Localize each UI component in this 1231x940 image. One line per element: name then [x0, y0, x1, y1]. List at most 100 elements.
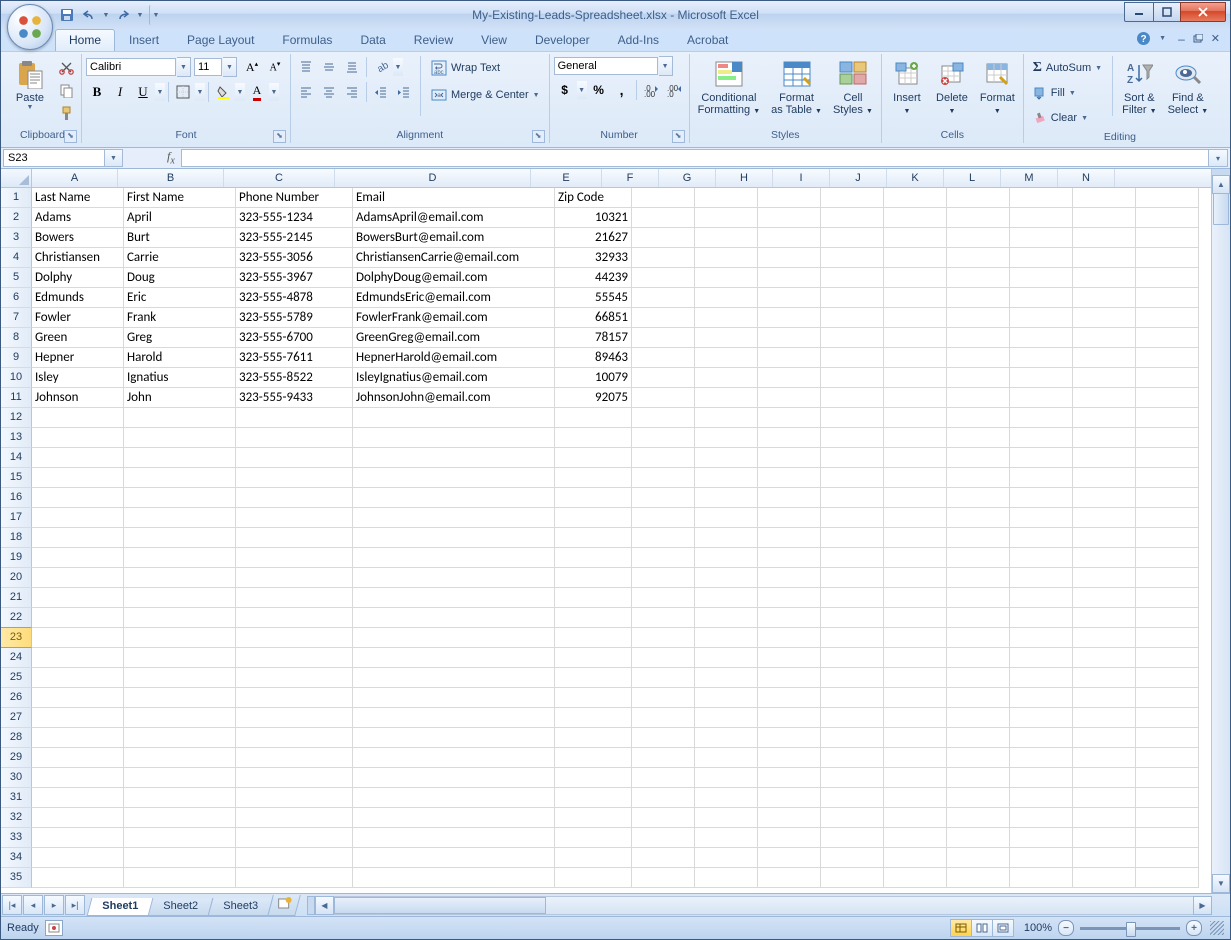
hsplit-handle-icon[interactable]: [307, 896, 315, 915]
cell[interactable]: [632, 768, 695, 788]
cell[interactable]: 323-555-5789: [236, 308, 353, 328]
cell[interactable]: 323-555-6700: [236, 328, 353, 348]
cell[interactable]: [236, 468, 353, 488]
cell[interactable]: [555, 808, 632, 828]
cell[interactable]: [353, 648, 555, 668]
row-header[interactable]: 30: [1, 768, 32, 788]
cell[interactable]: [695, 568, 758, 588]
cell[interactable]: [353, 788, 555, 808]
cell[interactable]: [884, 488, 947, 508]
cell[interactable]: [632, 448, 695, 468]
fill-color-dropdown[interactable]: ▼: [235, 83, 245, 101]
cell[interactable]: [1010, 668, 1073, 688]
cell[interactable]: [1136, 848, 1199, 868]
bold-button[interactable]: B: [86, 81, 108, 103]
cell[interactable]: [821, 468, 884, 488]
cell[interactable]: [1010, 428, 1073, 448]
font-name-combo[interactable]: [86, 58, 176, 76]
cell[interactable]: [758, 248, 821, 268]
cell[interactable]: [1136, 588, 1199, 608]
cell[interactable]: [632, 468, 695, 488]
cell[interactable]: [1010, 708, 1073, 728]
cell[interactable]: [695, 488, 758, 508]
cell[interactable]: [124, 848, 236, 868]
tab-data[interactable]: Data: [346, 29, 399, 51]
cell[interactable]: [1136, 508, 1199, 528]
qat-customize[interactable]: ▼: [149, 5, 162, 25]
cell[interactable]: 323-555-4878: [236, 288, 353, 308]
cell[interactable]: [884, 708, 947, 728]
cell[interactable]: [1136, 188, 1199, 208]
format-as-table-button[interactable]: Formatas Table ▼: [767, 56, 826, 128]
cell[interactable]: [821, 868, 884, 888]
cell[interactable]: [1073, 768, 1136, 788]
cell[interactable]: [758, 788, 821, 808]
cell[interactable]: [947, 468, 1010, 488]
cell[interactable]: [555, 668, 632, 688]
cell[interactable]: Dolphy: [32, 268, 124, 288]
cell[interactable]: [632, 668, 695, 688]
cell[interactable]: [124, 868, 236, 888]
row-header[interactable]: 19: [1, 548, 32, 568]
cell[interactable]: [1073, 208, 1136, 228]
row-header[interactable]: 2: [1, 208, 32, 228]
cell[interactable]: [1010, 728, 1073, 748]
ribbon-restore-button[interactable]: [1193, 34, 1203, 44]
increase-decimal-button[interactable]: .0.00: [640, 79, 662, 101]
cell[interactable]: [695, 528, 758, 548]
cell[interactable]: [1010, 808, 1073, 828]
cell[interactable]: GreenGreg@email.com: [353, 328, 555, 348]
cell[interactable]: [1136, 688, 1199, 708]
cell[interactable]: [555, 688, 632, 708]
alignment-dialog-launcher[interactable]: ⬊: [532, 130, 545, 143]
cell[interactable]: [1010, 348, 1073, 368]
cell[interactable]: [1073, 348, 1136, 368]
cell[interactable]: [947, 288, 1010, 308]
cell[interactable]: [353, 628, 555, 648]
cell[interactable]: [353, 548, 555, 568]
cell[interactable]: [695, 248, 758, 268]
zoom-thumb-icon[interactable]: [1126, 922, 1136, 937]
cell[interactable]: [124, 488, 236, 508]
zoom-in-button[interactable]: +: [1186, 920, 1202, 936]
cell[interactable]: [947, 188, 1010, 208]
cell[interactable]: [758, 388, 821, 408]
minimize-button[interactable]: [1124, 2, 1154, 22]
cell[interactable]: [1136, 388, 1199, 408]
cell[interactable]: [1136, 608, 1199, 628]
cell[interactable]: Last Name: [32, 188, 124, 208]
cell[interactable]: [1073, 708, 1136, 728]
cell[interactable]: [758, 848, 821, 868]
cell[interactable]: [124, 448, 236, 468]
cell[interactable]: Harold: [124, 348, 236, 368]
cell[interactable]: [236, 428, 353, 448]
cell[interactable]: [947, 228, 1010, 248]
cell[interactable]: [1010, 408, 1073, 428]
cell[interactable]: [1136, 228, 1199, 248]
column-header[interactable]: D: [335, 169, 531, 187]
row-header[interactable]: 31: [1, 788, 32, 808]
cell[interactable]: [884, 808, 947, 828]
column-header[interactable]: B: [118, 169, 224, 187]
cell[interactable]: [236, 548, 353, 568]
cell[interactable]: [236, 588, 353, 608]
cell[interactable]: [947, 208, 1010, 228]
cell[interactable]: [821, 428, 884, 448]
wrap-text-button[interactable]: abcWrap Text: [426, 56, 545, 80]
cell[interactable]: [1010, 748, 1073, 768]
undo-dropdown[interactable]: ▼: [101, 5, 111, 25]
cell[interactable]: [758, 208, 821, 228]
cell[interactable]: [32, 668, 124, 688]
cell[interactable]: [632, 728, 695, 748]
cell[interactable]: [947, 868, 1010, 888]
cell[interactable]: [632, 188, 695, 208]
tab-formulas[interactable]: Formulas: [268, 29, 346, 51]
format-painter-button[interactable]: [55, 102, 77, 124]
cell[interactable]: [32, 548, 124, 568]
cell[interactable]: [124, 548, 236, 568]
cell[interactable]: [632, 368, 695, 388]
cell[interactable]: [758, 308, 821, 328]
cell[interactable]: [947, 308, 1010, 328]
cell[interactable]: [884, 228, 947, 248]
cell[interactable]: [236, 828, 353, 848]
